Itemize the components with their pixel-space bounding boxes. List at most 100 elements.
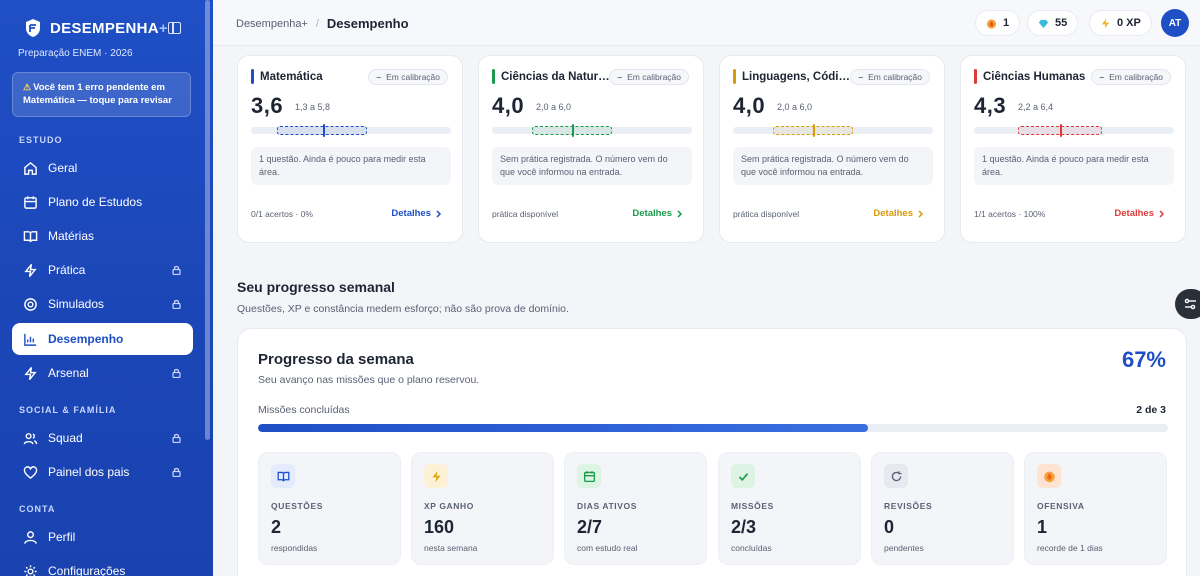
stat-caption: pendentes: [884, 543, 924, 553]
stat-value: 2/3: [731, 517, 757, 537]
score-track: [733, 124, 933, 137]
stat-card: XP GANHO 160 nesta semana: [411, 452, 554, 565]
dash-icon: –: [376, 72, 382, 82]
sidebar-item-label: Arsenal: [48, 366, 89, 380]
subject-title: Ciências Humanas: [983, 71, 1086, 83]
subject-note: Sem prática registrada. O número vem do …: [492, 147, 692, 185]
subject-note: 1 questão. Ainda é pouco para medir esta…: [974, 147, 1174, 185]
score-marker: [323, 124, 325, 137]
stat-label: OFENSIVA: [1037, 501, 1085, 511]
sidebar-item-arsenal[interactable]: Arsenal: [12, 357, 193, 389]
sidebar-item-plano[interactable]: Plano de Estudos: [12, 186, 193, 218]
details-link[interactable]: Detalhes: [873, 208, 924, 219]
subject-card[interactable]: Ciências da Natureza – Em calibração 4,0 2,0…: [478, 55, 704, 243]
stat-label: REVISÕES: [884, 501, 933, 511]
score-track: [251, 124, 451, 137]
subject-footer: prática disponível: [492, 209, 559, 219]
sidebar-item-geral[interactable]: Geral: [12, 152, 193, 184]
sidebar-item-label: Matérias: [48, 229, 95, 243]
pending-error-alert[interactable]: ⚠ Você tem 1 erro pendente em Matemática …: [12, 72, 191, 117]
details-link[interactable]: Detalhes: [391, 208, 442, 219]
sidebar-item-label: Squad: [48, 431, 83, 445]
missions-progress-fill: [258, 424, 868, 432]
sidebar-item-painel-pais[interactable]: Painel dos pais: [12, 456, 193, 488]
subject-title: Matemática: [260, 71, 323, 83]
sidebar-item-simulados[interactable]: Simulados: [12, 288, 193, 320]
details-link[interactable]: Detalhes: [632, 208, 683, 219]
score-track: [974, 124, 1174, 137]
streak-pill[interactable]: 1: [975, 10, 1021, 36]
score-track: [492, 124, 692, 137]
details-link[interactable]: Detalhes: [1114, 208, 1165, 219]
stat-card: DIAS ATIVOS 2/7 com estudo real: [564, 452, 707, 565]
sidebar-item-desempenho[interactable]: Desempenho: [12, 323, 193, 355]
sidebar-item-materias[interactable]: Matérias: [12, 220, 193, 252]
book-icon: [271, 464, 295, 488]
sidebar-item-pratica[interactable]: Prática: [12, 254, 193, 286]
brand[interactable]: DESEMPENHA+: [24, 18, 168, 38]
bolt-icon: [1101, 17, 1110, 29]
breadcrumb-separator: /: [315, 17, 319, 30]
gems-pill[interactable]: 55: [1027, 10, 1079, 36]
top-header: Desempenha+ / Desempenho 1 55 0 XP AT: [213, 0, 1200, 46]
subject-card[interactable]: Matemática – Em calibração 3,6 1,3 a 5,8 1 qu…: [237, 55, 463, 243]
calibration-label: Em calibração: [1109, 72, 1163, 82]
details-label: Detalhes: [873, 208, 913, 219]
calibration-label: Em calibração: [627, 72, 681, 82]
dash-icon: –: [1099, 72, 1105, 82]
subject-score: 4,0: [492, 93, 525, 118]
brand-name: DESEMPENHA: [50, 19, 159, 37]
subject-title: Linguagens, Códigos: [742, 71, 852, 83]
weekly-section-subtitle: Questões, XP e constância medem esforço;…: [237, 303, 569, 315]
subject-card[interactable]: Linguagens, Códigos – Em calibração 4,0 2,0 …: [719, 55, 945, 243]
sidebar-scrollbar[interactable]: [205, 0, 210, 440]
sidebar-item-configuracoes[interactable]: Configurações: [12, 555, 193, 576]
users-icon: [22, 430, 38, 446]
sidebar-item-perfil[interactable]: Perfil: [12, 521, 193, 553]
subject-card[interactable]: Ciências Humanas – Em calibração 4,3 2,2 a 6…: [960, 55, 1186, 243]
stat-value: 1: [1037, 517, 1048, 537]
chevron-right-icon: [918, 209, 924, 218]
sidebar-item-label: Geral: [48, 161, 78, 175]
calibration-label: Em calibração: [868, 72, 922, 82]
sidebar-item-label: Desempenho: [48, 332, 124, 346]
bolt-icon: [424, 464, 448, 488]
weekly-section-title: Seu progresso semanal: [237, 279, 395, 295]
missions-count: 2 de 3: [1136, 404, 1166, 416]
toggle-panel-button[interactable]: [1175, 289, 1200, 319]
lock-icon: [172, 467, 181, 477]
section-social: SOCIAL & FAMÍLIA: [19, 405, 117, 415]
exam-subtitle: Preparação ENEM · 2026: [18, 48, 133, 59]
xp-pill[interactable]: 0 XP: [1089, 10, 1152, 36]
flame-icon: [1037, 464, 1061, 488]
stat-label: MISSÕES: [731, 501, 774, 511]
stat-card: MISSÕES 2/3 concluídas: [718, 452, 861, 565]
lock-icon: [172, 265, 181, 275]
section-conta: CONTA: [19, 504, 56, 514]
sidebar-item-label: Painel dos pais: [48, 465, 130, 479]
lock-icon: [172, 368, 181, 378]
check-icon: [731, 464, 755, 488]
subject-color-bar: [974, 69, 977, 84]
stat-value: 0: [884, 517, 895, 537]
stat-caption: respondidas: [271, 543, 318, 553]
score-range: 2,0 a 6,0: [536, 102, 572, 112]
breadcrumb-root[interactable]: Desempenha+: [236, 18, 308, 30]
calibration-label: Em calibração: [386, 72, 440, 82]
sidebar-item-squad[interactable]: Squad: [12, 422, 193, 454]
avatar[interactable]: AT: [1161, 9, 1189, 37]
score-range: 2,2 a 6,4: [1018, 102, 1054, 112]
subject-color-bar: [251, 69, 254, 84]
home-icon: [22, 160, 38, 176]
subject-score: 4,0: [733, 93, 766, 118]
sliders-icon: [1184, 298, 1196, 310]
sidebar-item-label: Configurações: [48, 564, 126, 576]
user-icon: [22, 529, 38, 545]
warning-icon: ⚠: [23, 82, 32, 92]
stat-value: 2: [271, 517, 282, 537]
stat-card: OFENSIVA 1 recorde de 1 dias: [1024, 452, 1167, 565]
subject-title: Ciências da Natureza: [501, 71, 611, 83]
score-range: 1,3 a 5,8: [295, 102, 331, 112]
flame-icon: [986, 18, 997, 29]
collapse-sidebar-icon[interactable]: [168, 22, 181, 34]
